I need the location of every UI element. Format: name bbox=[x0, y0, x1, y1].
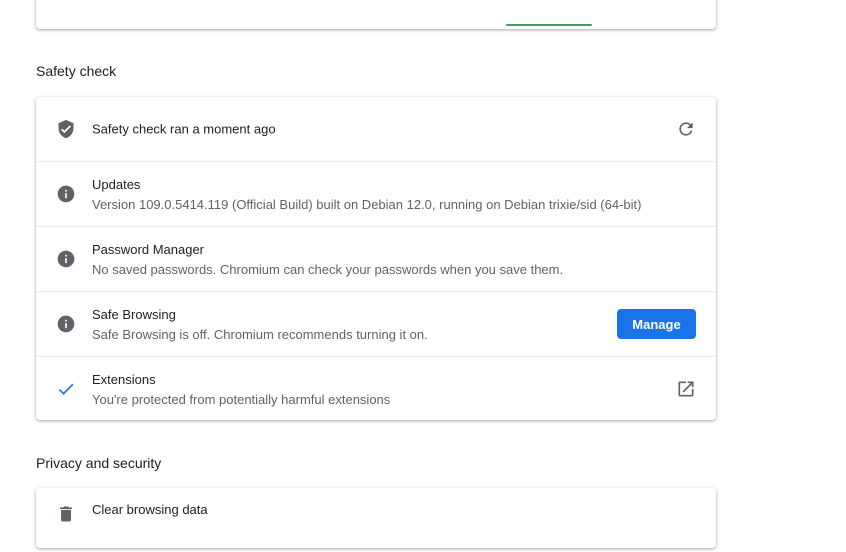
trash-icon bbox=[56, 504, 76, 524]
info-icon bbox=[56, 249, 76, 269]
updates-title: Updates bbox=[92, 177, 141, 192]
open-in-new-icon[interactable] bbox=[676, 379, 696, 399]
clear-browsing-data-title: Clear browsing data bbox=[92, 502, 208, 517]
password-manager-title: Password Manager bbox=[92, 242, 204, 257]
shield-check-icon bbox=[56, 119, 76, 139]
safe-browsing-row: Safe Browsing Safe Browsing is off. Chro… bbox=[36, 291, 716, 356]
previous-settings-card bbox=[36, 0, 716, 29]
safe-browsing-title: Safe Browsing bbox=[92, 307, 176, 322]
safety-check-status: Safety check ran a moment ago bbox=[92, 121, 276, 137]
safety-check-heading: Safety check bbox=[36, 63, 117, 79]
safety-check-card: Safety check ran a moment ago Updates Ve… bbox=[36, 97, 716, 420]
checkmark-icon bbox=[56, 379, 76, 399]
password-manager-description: No saved passwords. Chromium can check y… bbox=[92, 262, 564, 277]
info-icon bbox=[56, 314, 76, 334]
updates-description: Version 109.0.5414.119 (Official Build) … bbox=[92, 197, 642, 212]
safety-check-header-row: Safety check ran a moment ago bbox=[36, 97, 716, 161]
privacy-security-heading: Privacy and security bbox=[36, 455, 162, 471]
extensions-description: You're protected from potentially harmfu… bbox=[92, 392, 391, 407]
manage-button[interactable]: Manage bbox=[617, 309, 696, 339]
updates-row: Updates Version 109.0.5414.119 (Official… bbox=[36, 161, 716, 226]
info-icon bbox=[56, 184, 76, 204]
privacy-security-card: Clear browsing data bbox=[36, 488, 716, 548]
progress-indicator bbox=[506, 24, 592, 26]
extensions-title: Extensions bbox=[92, 372, 156, 387]
safe-browsing-description: Safe Browsing is off. Chromium recommend… bbox=[92, 327, 428, 342]
extensions-row: Extensions You're protected from potenti… bbox=[36, 356, 716, 421]
refresh-icon[interactable] bbox=[676, 119, 696, 139]
password-manager-row: Password Manager No saved passwords. Chr… bbox=[36, 226, 716, 291]
clear-browsing-data-row[interactable]: Clear browsing data bbox=[36, 488, 716, 552]
